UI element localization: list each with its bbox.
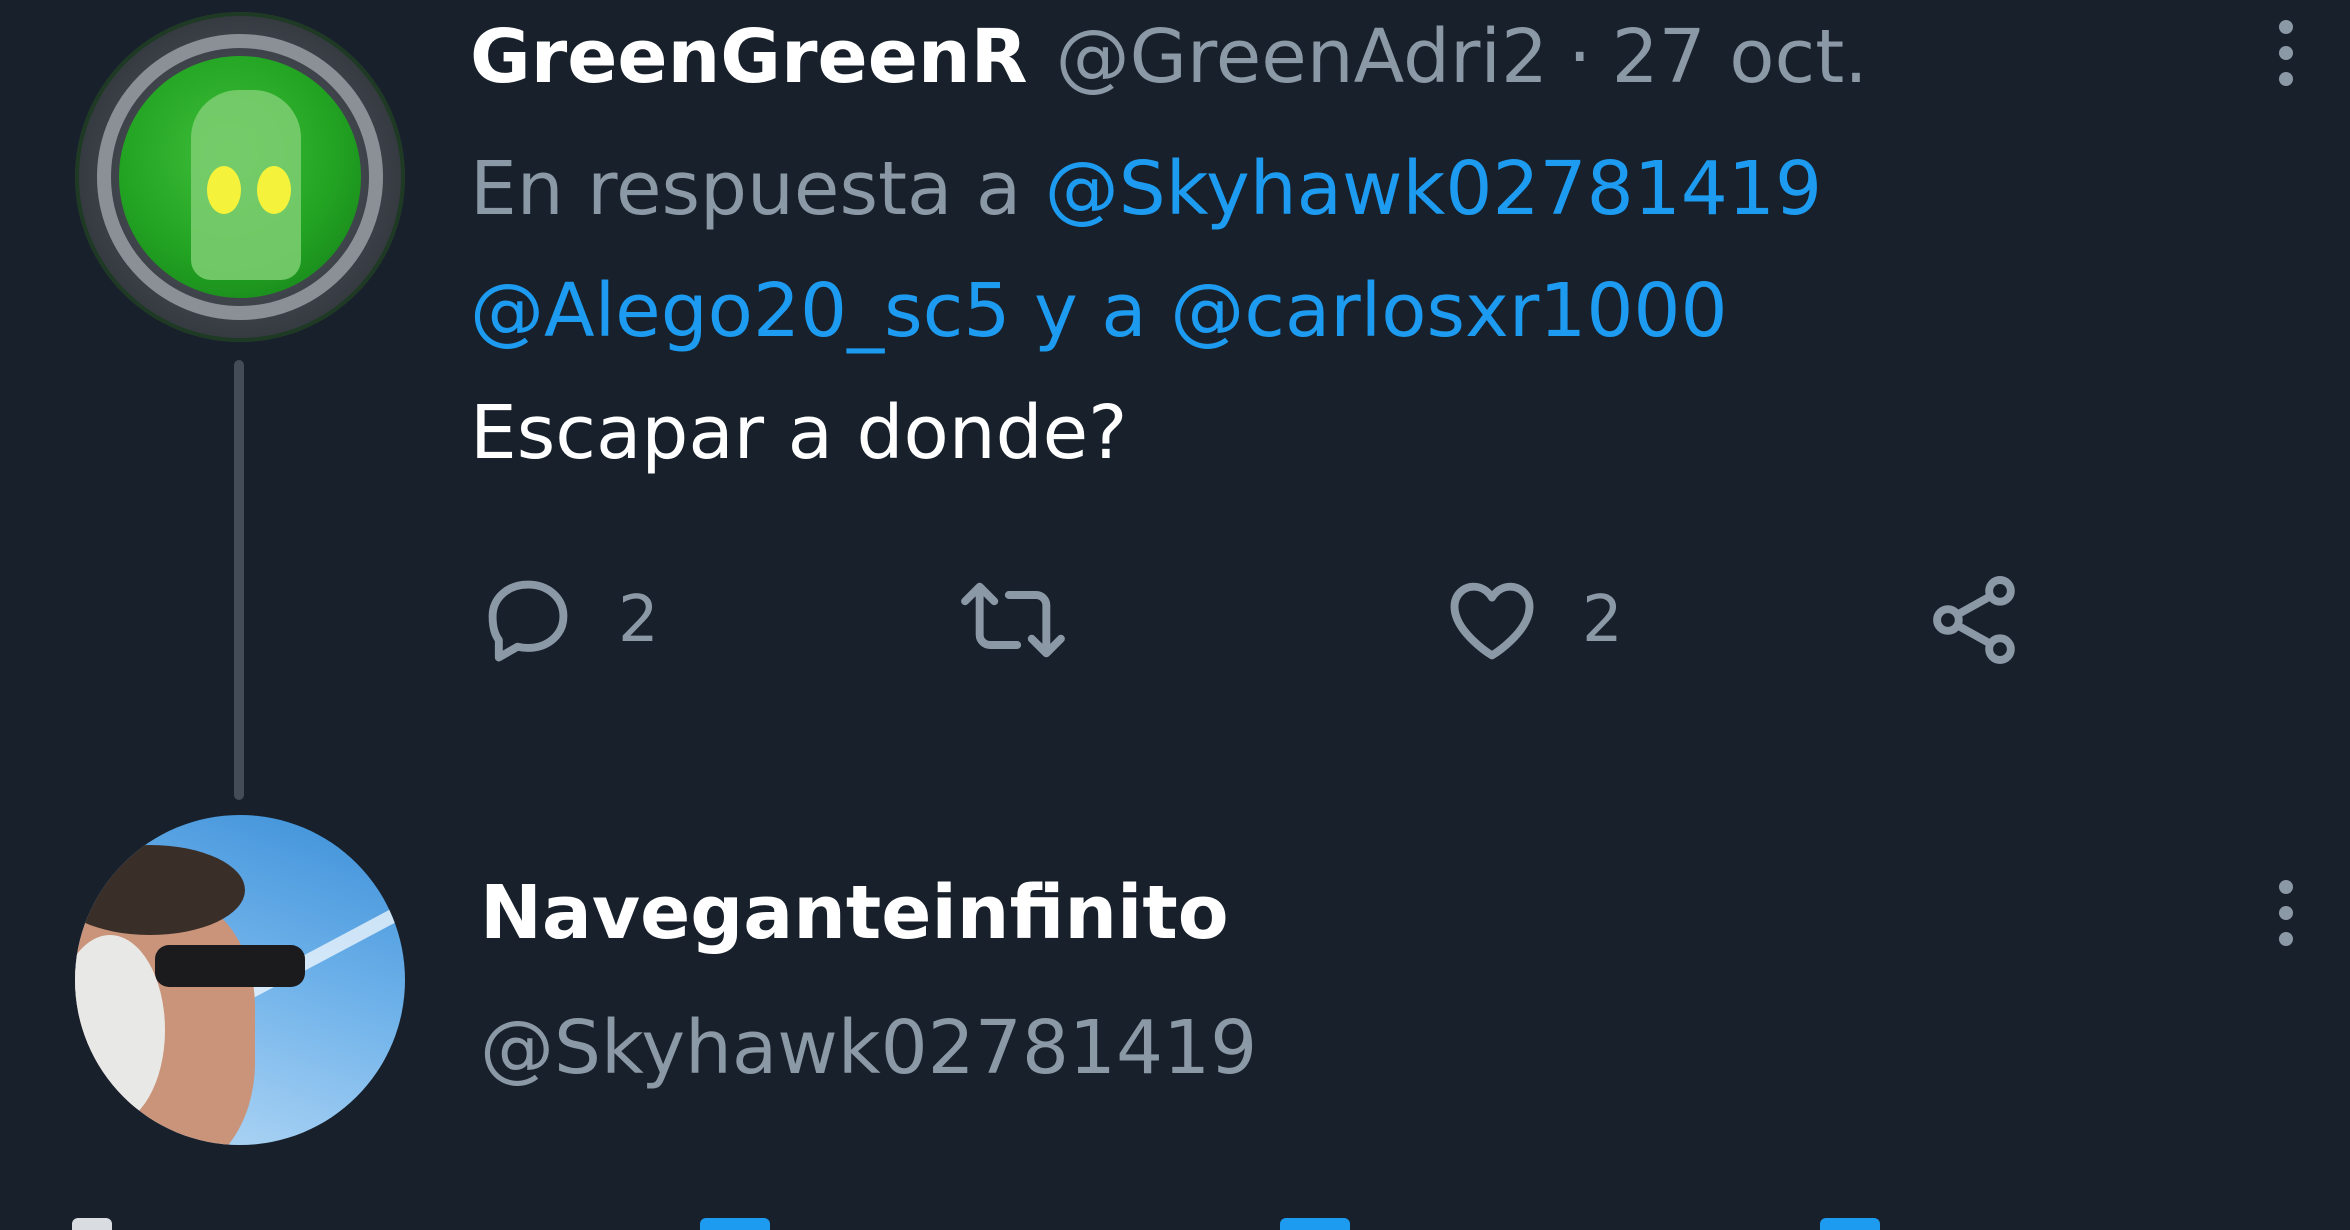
robot-eye-right: [257, 166, 291, 214]
avatar[interactable]: [75, 815, 405, 1145]
reply-button[interactable]: 2: [478, 570, 659, 670]
display-name[interactable]: GreenGreenR: [470, 14, 1028, 100]
robot-eye-left: [207, 166, 241, 214]
tweet-header: GreenGreenR @GreenAdri2 · 27 oct.: [470, 12, 1868, 102]
retweet-button[interactable]: [958, 570, 1108, 670]
tweet-date[interactable]: 27 oct.: [1612, 14, 1868, 100]
user-handle[interactable]: @Skyhawk02781419: [480, 1005, 1257, 1091]
more-icon[interactable]: [2266, 880, 2306, 946]
replying-prefix: En respuesta a: [470, 146, 1022, 232]
like-icon: [1450, 582, 1534, 660]
cut-off-glyph: [72, 1218, 112, 1230]
user-handle[interactable]: @GreenAdri2: [1056, 14, 1548, 100]
more-icon[interactable]: [2266, 20, 2306, 86]
cut-off-glyph: [1820, 1218, 1880, 1230]
like-count: 2: [1582, 583, 1623, 657]
share-button[interactable]: [1925, 570, 2025, 670]
replying-to: En respuesta a @Skyhawk02781419 @Alego20…: [470, 128, 2030, 372]
cut-off-glyph: [1280, 1218, 1350, 1230]
reply-icon: [488, 580, 568, 662]
share-icon: [1933, 576, 2015, 664]
mention-link[interactable]: @Alego20_sc5: [470, 268, 1010, 354]
like-button[interactable]: 2: [1442, 570, 1623, 670]
thread-connector-line: [234, 360, 244, 800]
mention-link[interactable]: @Skyhawk02781419: [1045, 146, 1822, 232]
avatar[interactable]: [75, 12, 405, 342]
cut-off-glyph: [700, 1218, 770, 1230]
reply-count: 2: [618, 583, 659, 657]
tweet-text: Escapar a donde?: [470, 390, 1128, 476]
mention-conjunction: y a: [1033, 268, 1147, 354]
avatar-robot-image: [119, 56, 361, 298]
separator: ·: [1568, 14, 1592, 100]
retweet-icon: [961, 582, 1065, 658]
pilot-sunglasses: [155, 945, 305, 987]
mention-link[interactable]: @carlosxr1000: [1170, 268, 1727, 354]
cut-off-content: [0, 1218, 2350, 1230]
display-name[interactable]: Naveganteinfinito: [480, 870, 1229, 956]
timeline: GreenGreenR @GreenAdri2 · 27 oct. En res…: [0, 0, 2350, 1230]
